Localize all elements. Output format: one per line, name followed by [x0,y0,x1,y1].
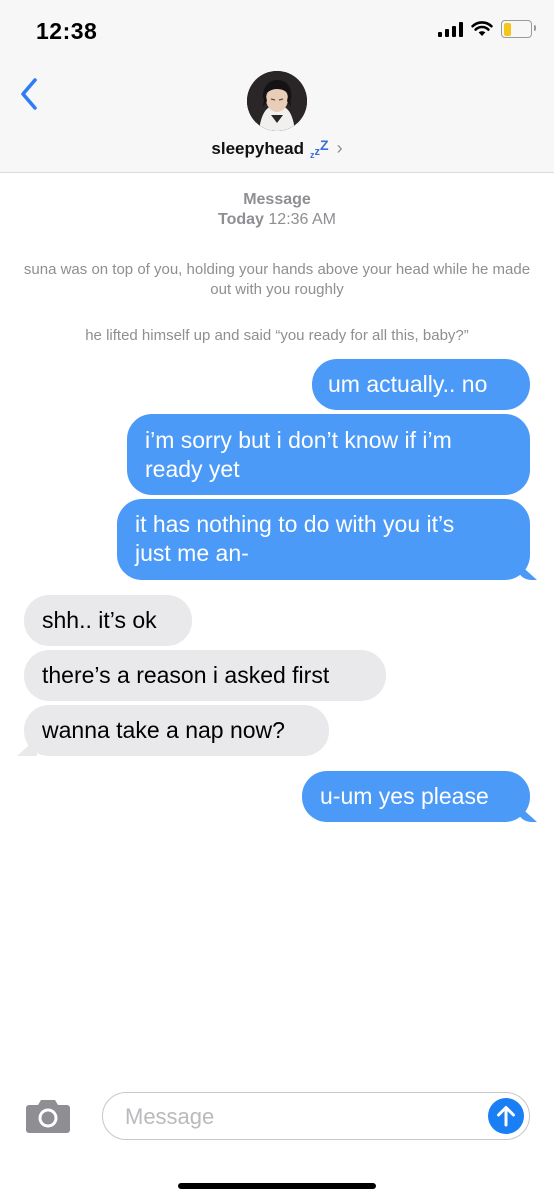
zzz-emoji: zzZ [310,137,329,160]
date-time: 12:36 AM [268,211,336,228]
contact-avatar[interactable] [247,71,307,131]
message-text: just me an- [135,540,249,566]
message-text: it has nothing to do with you it’s [135,511,455,537]
message-bubble-sent[interactable]: u-um yes please [302,771,530,822]
back-button[interactable] [14,74,44,114]
contact-name: sleepyhead [211,138,305,158]
camera-button[interactable] [24,1097,72,1135]
message-text: u-um yes please [320,783,489,809]
nav-header: 12:38 sleepyhead zzZ › [0,0,554,173]
service-label: Message [243,191,311,208]
status-icons [438,20,536,38]
message-bubble-sent[interactable]: it has nothing to do with you it’s just … [117,499,530,580]
narration-text-1: suna was on top of you, holding your han… [23,261,531,298]
send-button[interactable] [488,1098,524,1134]
arrow-up-icon [497,1106,515,1127]
message-bubble-sent[interactable]: um actually.. no [312,359,530,410]
status-time: 12:38 [36,18,98,44]
battery-icon [501,20,536,38]
message-text: wanna take a nap now? [42,717,285,743]
chevron-left-icon [21,78,37,110]
message-bubble-received[interactable]: wanna take a nap now? [24,705,329,756]
message-text: shh.. it’s ok [42,607,157,633]
narration-text-2: he lifted himself up and said “you ready… [85,327,469,344]
message-bubble-sent[interactable]: i’m sorry but i don’t know if i’m ready … [127,414,530,495]
message-text: i’m sorry but i don’t know if i’m [145,427,452,453]
message-text: um actually.. no [328,371,488,397]
home-indicator[interactable] [178,1183,376,1189]
message-input-box[interactable] [102,1092,530,1140]
message-bubble-received[interactable]: shh.. it’s ok [24,595,192,646]
message-text: ready yet [145,456,240,482]
date-day: Today [218,211,264,228]
message-input[interactable] [123,1101,457,1133]
chevron-right-icon: › [336,138,343,158]
wifi-icon [471,21,493,36]
message-bubble-received[interactable]: there’s a reason i asked first [24,650,386,701]
date-stamp: Today 12:36 AM [0,211,554,229]
message-text: there’s a reason i asked first [42,662,330,688]
avatar-image [247,71,307,131]
cellular-signal-icon [438,21,463,37]
camera-icon [26,1100,70,1133]
contact-details-link[interactable]: sleepyhead zzZ › [0,137,554,160]
battery-level [503,22,512,36]
